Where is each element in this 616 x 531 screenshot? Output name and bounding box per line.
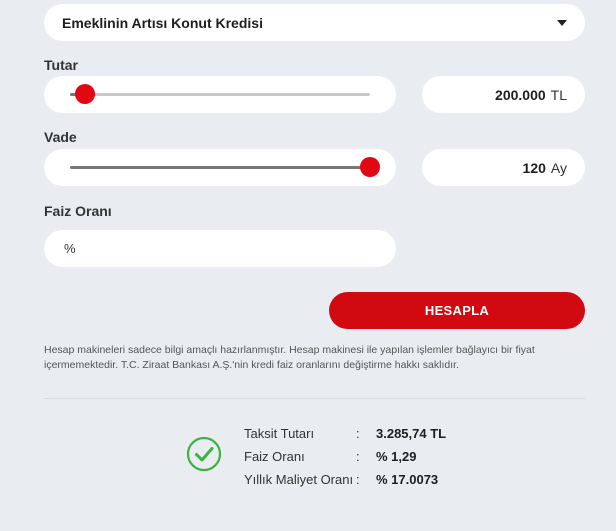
result-label: Yıllık Maliyet Oranı xyxy=(244,472,354,487)
check-circle-icon xyxy=(186,436,222,472)
result-row: Yıllık Maliyet Oranı : % 17.0073 xyxy=(244,468,446,491)
vade-value: 120 xyxy=(522,159,546,176)
vade-slider-track[interactable] xyxy=(70,157,380,177)
vade-label: Vade xyxy=(44,129,77,145)
result-label: Faiz Oranı xyxy=(244,449,305,464)
faiz-label: Faiz Oranı xyxy=(44,203,112,219)
result-separator: : xyxy=(356,449,360,464)
result-separator: : xyxy=(356,426,360,441)
tutar-slider[interactable] xyxy=(44,76,396,113)
calculate-button[interactable]: HESAPLA xyxy=(329,292,585,329)
credit-type-value: Emeklinin Artısı Konut Kredisi xyxy=(62,14,263,31)
disclaimer-text: Hesap makineleri sadece bilgi amaçlı haz… xyxy=(44,344,535,371)
vade-slider[interactable] xyxy=(44,149,396,186)
tutar-unit: TL xyxy=(550,86,567,103)
vade-slider-thumb[interactable] xyxy=(360,157,380,177)
results-list: Taksit Tutarı : 3.285,74 TL Faiz Oranı :… xyxy=(244,422,446,491)
vade-unit: Ay xyxy=(550,159,567,176)
result-row: Taksit Tutarı : 3.285,74 TL xyxy=(244,422,446,445)
faiz-placeholder: % xyxy=(64,241,76,256)
tutar-label: Tutar xyxy=(44,57,78,73)
tutar-slider-thumb[interactable] xyxy=(75,84,95,104)
result-value: % 17.0073 xyxy=(376,472,439,487)
result-label: Taksit Tutarı xyxy=(244,426,315,441)
divider xyxy=(44,398,585,399)
result-row: Faiz Oranı : % 1,29 xyxy=(244,445,446,468)
faiz-input[interactable]: % xyxy=(44,230,396,267)
tutar-slider-track[interactable] xyxy=(70,84,370,104)
vade-slider-fill xyxy=(70,166,370,169)
result-value: 3.285,74 TL xyxy=(376,426,447,441)
result-value: % 1,29 xyxy=(376,449,417,464)
vade-value-field[interactable]: 120 Ay xyxy=(422,149,585,186)
result-separator: : xyxy=(356,472,360,487)
tutar-value-field[interactable]: 200.000 TL xyxy=(422,76,585,113)
chevron-down-icon[interactable] xyxy=(557,19,567,26)
credit-type-select[interactable]: Emeklinin Artısı Konut Kredisi xyxy=(44,4,585,41)
tutar-value: 200.000 xyxy=(495,86,546,103)
